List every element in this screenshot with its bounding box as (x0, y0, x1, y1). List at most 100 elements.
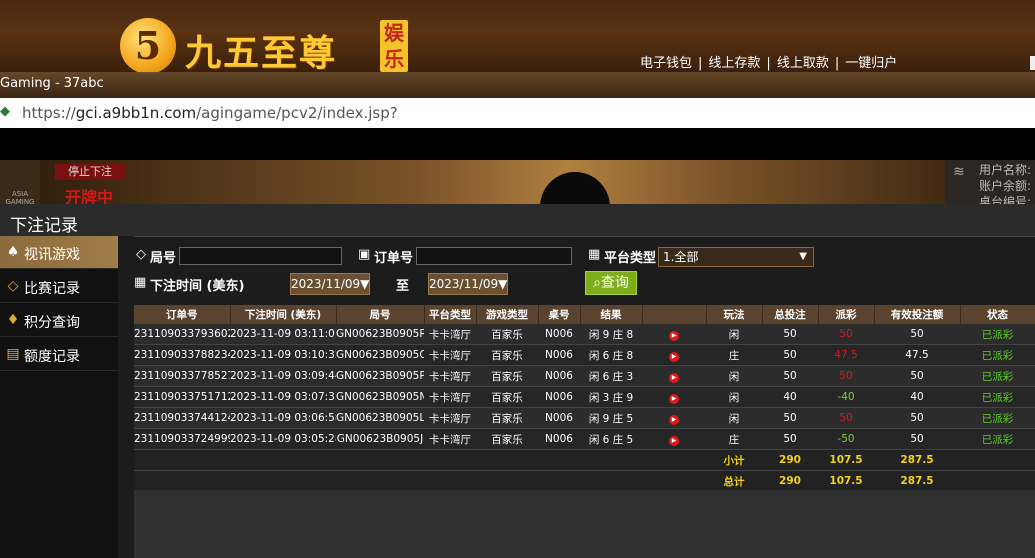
game-no-input[interactable] (179, 247, 342, 265)
cell-platform: 卡卡湾厅 (424, 365, 476, 387)
url-text[interactable]: https://gci.a9bb1n.com/agingame/pcv2/ind… (22, 104, 398, 122)
sum-payout: 107.5 (818, 449, 874, 471)
cell-total-bet: 50 (762, 365, 818, 387)
sum-valid-bet: 287.5 (874, 449, 960, 471)
wifi-icon: ≋ (953, 164, 965, 180)
table-row: 231109033793602 2023-11-09 03:11:01 GN0062… (134, 324, 1035, 345)
top-link-wallet[interactable]: 电子钱包 (640, 56, 692, 71)
play-video-icon[interactable]: ▶ (669, 372, 679, 383)
cell-video[interactable]: ▶ (642, 407, 706, 429)
cell-platform: 卡卡湾厅 (424, 407, 476, 429)
sidebar-item-match-records[interactable]: ◇ 比赛记录 (0, 270, 118, 303)
cell-platform: 卡卡湾厅 (424, 386, 476, 408)
cell-table-no: N006 (538, 365, 580, 387)
play-video-icon[interactable]: ▶ (669, 330, 679, 341)
play-video-icon[interactable]: ▶ (669, 435, 679, 446)
sidebar-item-credit-records[interactable]: ▤ 额度记录 (0, 338, 118, 371)
document-icon: ▤ (6, 346, 20, 362)
cell-status: 已派彩 (960, 428, 1035, 450)
page-title: 下注记录 (10, 216, 78, 236)
cell-video[interactable]: ▶ (642, 386, 706, 408)
cell-payout: -50 (818, 428, 874, 450)
cell-video[interactable]: ▶ (642, 365, 706, 387)
table-no-label: 桌台编号: (979, 195, 1032, 204)
cell-game-type: 百家乐 (476, 428, 538, 450)
platform-select[interactable]: 1.全部 ▼ (658, 247, 814, 267)
col-header-valid-bet: 有效投注额 (874, 305, 961, 324)
tag-icon: ◇ (136, 247, 146, 262)
cell-platform: 卡卡湾厅 (424, 324, 476, 345)
brand-name: 九五至尊 (185, 32, 338, 74)
cell-play: 闲 (706, 365, 762, 387)
ticket-icon: ◇ (7, 278, 19, 294)
cell-video[interactable]: ▶ (642, 324, 706, 345)
sum-payout: 107.5 (818, 470, 874, 492)
order-no-input[interactable] (416, 247, 572, 265)
cell-bet-time: 2023-11-09 03:06:58 (230, 407, 336, 429)
cell-video[interactable]: ▶ (642, 428, 706, 450)
cell-total-bet: 50 (762, 324, 818, 345)
browser-tab-title[interactable]: Gaming - 37abc (0, 76, 104, 91)
play-video-icon[interactable]: ▶ (669, 351, 679, 362)
query-button-label: 查询 (600, 275, 629, 291)
sidebar-item-label: 视讯游戏 (24, 247, 80, 263)
col-header-result: 结果 (580, 305, 643, 324)
sidebar-divider (118, 236, 134, 558)
total-row: 总计 290 107.5 287.5 (134, 470, 1035, 492)
url-prefix: https:// (22, 104, 76, 122)
col-header-play: 玩法 (706, 305, 763, 324)
game-no-label: 局号 (150, 251, 177, 266)
cell-play: 闲 (706, 386, 762, 408)
play-video-icon[interactable]: ▶ (669, 414, 679, 425)
query-button[interactable]: ⌕查询 (585, 271, 637, 295)
top-link-separator: | (766, 56, 771, 71)
col-header-platform: 平台类型 (424, 305, 477, 324)
cell-payout: 50 (818, 407, 874, 429)
cell-platform: 卡卡湾厅 (424, 344, 476, 366)
dealer-silhouette (540, 172, 610, 204)
cell-game-no: GN00623B0905J (336, 428, 424, 450)
top-link-withdraw[interactable]: 线上取款 (777, 56, 829, 71)
cell-payout: -40 (818, 386, 874, 408)
stop-bet-label: 停止下注 (55, 164, 125, 180)
user-name-label: 用户名称: (979, 163, 1032, 177)
lock-icon: ◆ (0, 104, 10, 119)
table-header-row: 订单号 下注时间 (美东) 局号 平台类型 游戏类型 桌号 结果 玩法 总投注 … (134, 305, 1035, 324)
game-banner: ASIA GAMING 停止下注 开牌中 ≋ 用户名称: 账户余额: 桌台编号: (0, 160, 1035, 204)
cell-order-no: 231109033788234 (134, 344, 230, 366)
cards-icon: ♠ (6, 244, 20, 260)
cell-result: 闲 6 庄 3 (580, 365, 642, 387)
sum-valid-bet: 287.5 (874, 470, 960, 492)
cell-valid-bet: 50 (874, 324, 960, 345)
cell-game-type: 百家乐 (476, 407, 538, 429)
top-link-consolidate[interactable]: 一键归户 (845, 56, 897, 71)
chevron-down-icon: ▼ (799, 251, 807, 262)
search-icon: ⌕ (593, 275, 601, 291)
cell-valid-bet: 50 (874, 428, 960, 450)
cell-total-bet: 50 (762, 344, 818, 366)
col-header-status: 状态 (960, 305, 1035, 324)
sidebar-item-label: 比赛记录 (24, 281, 80, 297)
cell-order-no: 231109033751712 (134, 386, 230, 408)
sum-label: 小计 (706, 449, 762, 471)
top-link-deposit[interactable]: 线上存款 (708, 56, 760, 71)
cell-result: 闲 9 庄 8 (580, 324, 642, 345)
toolbar-strip (0, 128, 1035, 160)
cell-video[interactable]: ▶ (642, 344, 706, 366)
scroll-tab[interactable] (1030, 56, 1035, 70)
order-no-label: 订单号 (374, 251, 414, 266)
sidebar-item-label: 额度记录 (24, 349, 80, 365)
sidebar-item-video-games[interactable]: ♠ 视讯游戏 (0, 236, 118, 269)
date-from-select[interactable]: 2023/11/09▼ (290, 273, 370, 295)
play-video-icon[interactable]: ▶ (669, 393, 679, 404)
sidebar-item-points-query[interactable]: ♦ 积分查询 (0, 304, 118, 337)
top-link-separator: | (698, 56, 703, 71)
cell-game-type: 百家乐 (476, 386, 538, 408)
date-to-select[interactable]: 2023/11/09▼ (428, 273, 508, 295)
table-row: 231109033744124 2023-11-09 03:06:58 GN0062… (134, 407, 1035, 429)
cell-payout: 50 (818, 324, 874, 345)
cell-payout: 50 (818, 365, 874, 387)
top-link-separator: | (834, 56, 840, 71)
col-header-table-no: 桌号 (538, 305, 581, 324)
subtotal-row: 小计 290 107.5 287.5 (134, 449, 1035, 471)
